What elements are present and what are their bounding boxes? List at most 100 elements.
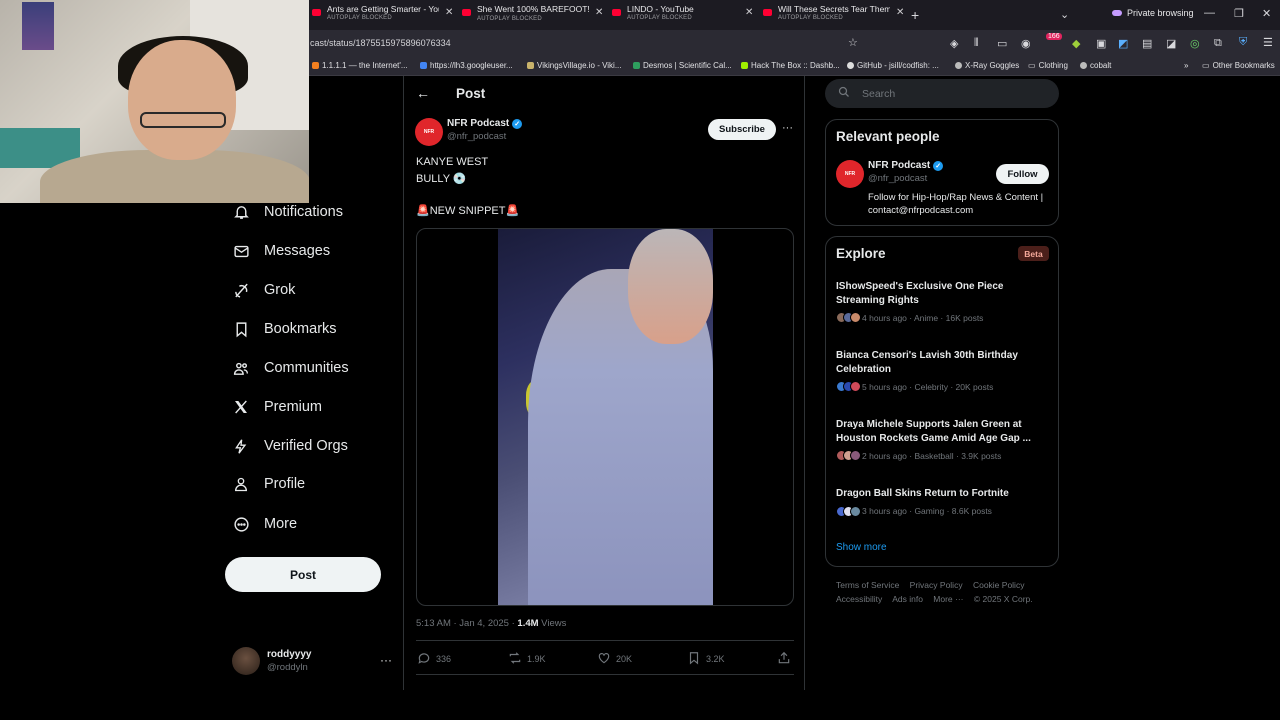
- trend-item[interactable]: IShowSpeed's Exclusive One Piece Streami…: [836, 280, 1048, 323]
- account-switcher[interactable]: roddyyyy @roddyln ···: [232, 645, 392, 677]
- trend-item[interactable]: Draya Michele Supports Jalen Green at Ho…: [836, 418, 1048, 461]
- close-tab-icon[interactable]: ✕: [595, 7, 603, 18]
- search-box[interactable]: [825, 79, 1059, 108]
- repost-button[interactable]: 1.9K: [508, 651, 546, 667]
- bookmark-item[interactable]: GitHub - jsill/codfish: ...: [847, 61, 939, 70]
- nav-verified-orgs[interactable]: Verified Orgs: [232, 434, 348, 458]
- bookmark-folder[interactable]: ▭ Clothing: [1028, 61, 1068, 70]
- people-icon: [232, 359, 250, 377]
- bookmarks-overflow-icon[interactable]: »: [1184, 61, 1188, 70]
- more-dots-icon[interactable]: ···: [380, 653, 392, 667]
- shield-icon[interactable]: ⛨: [1239, 36, 1247, 49]
- post-text-line: KANYE WEST: [416, 156, 489, 168]
- star-icon[interactable]: ☆: [848, 36, 858, 49]
- reply-icon: [417, 651, 431, 667]
- extension-icon[interactable]: ◪: [1166, 37, 1176, 50]
- bookmark-button[interactable]: 3.2K: [687, 651, 725, 667]
- nav-notifications[interactable]: Notifications: [232, 200, 343, 224]
- account-icon[interactable]: ◉: [1021, 37, 1031, 50]
- extensions-puzzle-icon[interactable]: ⧉: [1214, 37, 1222, 50]
- bookmark-label: Clothing: [1038, 61, 1068, 70]
- back-arrow-icon[interactable]: ←: [416, 85, 430, 101]
- nav-messages[interactable]: Messages: [232, 239, 330, 263]
- bookmark-item[interactable]: 1.1.1.1 — the Internet'...: [312, 61, 408, 70]
- extension-icon[interactable]: ▣: [1096, 37, 1106, 50]
- author-avatar[interactable]: NFR: [415, 118, 443, 146]
- nav-profile[interactable]: Profile: [232, 472, 305, 496]
- minimize-icon[interactable]: —: [1204, 7, 1215, 19]
- extension-icon[interactable]: ◎: [1190, 37, 1200, 50]
- bookmark-icon: [232, 320, 250, 338]
- extension-icon[interactable]: ◩: [1118, 37, 1128, 50]
- bookmark-item[interactable]: Hack The Box :: Dashb...: [741, 61, 840, 70]
- trend-avatars: [836, 312, 861, 323]
- nav-communities[interactable]: Communities: [232, 356, 349, 380]
- subscribe-button[interactable]: Subscribe: [708, 119, 776, 140]
- nav-more[interactable]: More: [232, 512, 297, 536]
- close-tab-icon[interactable]: ✕: [745, 7, 753, 18]
- pocket-icon[interactable]: ◈: [950, 37, 958, 50]
- close-tab-icon[interactable]: ✕: [896, 7, 904, 18]
- menu-icon[interactable]: ☰: [1263, 36, 1273, 49]
- bookmark-item[interactable]: Desmos | Scientific Cal...: [633, 61, 732, 70]
- tab-title: LINDO - YouTube: [627, 4, 694, 14]
- sidebar-icon[interactable]: ▭: [997, 37, 1007, 50]
- bookmark-label: VikingsVillage.io - Viki...: [537, 61, 622, 70]
- close-window-icon[interactable]: ✕: [1262, 7, 1271, 20]
- bookmark-folder[interactable]: ▭ Other Bookmarks: [1202, 61, 1275, 70]
- share-button[interactable]: [777, 651, 791, 667]
- relevant-person[interactable]: NFR NFR Podcast ✓ @nfr_podcast: [836, 160, 944, 188]
- restore-icon[interactable]: ❐: [1234, 7, 1244, 20]
- extension-icon[interactable]: ◆: [1072, 37, 1080, 50]
- bookmark-item[interactable]: cobalt: [1080, 61, 1111, 70]
- reply-button[interactable]: 336: [417, 651, 451, 667]
- bookmark-item[interactable]: https://lh3.googleuser...: [420, 61, 513, 70]
- post-timestamp: 5:13 AM · Jan 4, 2025 · 1.4M Views: [416, 618, 566, 629]
- post-author[interactable]: NFR NFR Podcast ✓ @nfr_podcast: [415, 118, 523, 146]
- nav-bookmarks[interactable]: Bookmarks: [232, 317, 337, 341]
- trend-title: Draya Michele Supports Jalen Green at Ho…: [836, 419, 1031, 444]
- close-tab-icon[interactable]: ✕: [445, 7, 453, 18]
- footer-link[interactable]: Terms of Service: [836, 580, 899, 590]
- footer-link[interactable]: Ads info: [892, 594, 923, 604]
- relevant-people-title: Relevant people: [836, 129, 940, 144]
- bookmark-item[interactable]: X-Ray Goggles: [955, 61, 1019, 70]
- follow-button[interactable]: Follow: [996, 164, 1049, 184]
- browser-tab[interactable]: She Went 100% BAREFOOT!😳 AUTOPLAY BLOCKED…: [462, 4, 603, 26]
- bell-icon: [232, 203, 250, 221]
- like-button[interactable]: 20K: [597, 651, 632, 667]
- library-icon[interactable]: ⫴: [974, 37, 979, 50]
- post-button[interactable]: Post: [225, 557, 381, 592]
- nav-premium[interactable]: Premium: [232, 395, 322, 419]
- address-field[interactable]: cast/status/1875515975896076334: [310, 38, 451, 48]
- footer-link[interactable]: Cookie Policy: [973, 580, 1025, 590]
- webcam-overlay: [0, 0, 309, 203]
- footer-link[interactable]: Privacy Policy: [910, 580, 963, 590]
- trend-item[interactable]: Bianca Censori's Lavish 30th Birthday Ce…: [836, 349, 1048, 392]
- browser-tab[interactable]: Ants are Getting Smarter - You TuAUTOPLA…: [312, 4, 453, 26]
- footer-link[interactable]: Accessibility: [836, 594, 882, 604]
- bookmark-item[interactable]: VikingsVillage.io - Viki...: [527, 61, 622, 70]
- tab-list-icon[interactable]: ⌄: [1060, 8, 1069, 21]
- relevant-person-avatar[interactable]: NFR: [836, 160, 864, 188]
- relevant-person-name[interactable]: NFR Podcast: [868, 160, 930, 171]
- new-tab-icon[interactable]: +: [911, 7, 919, 23]
- browser-tab[interactable]: LINDO - YouTube AUTOPLAY BLOCKED ✕: [612, 4, 753, 26]
- tab-status: AUTOPLAY BLOCKED: [627, 15, 692, 21]
- divider: [416, 640, 794, 641]
- show-more-link[interactable]: Show more: [836, 542, 887, 553]
- search-input[interactable]: [862, 87, 1032, 100]
- author-name[interactable]: NFR Podcast: [447, 118, 509, 129]
- extension-icon[interactable]: ▤: [1142, 37, 1152, 50]
- more-circle-icon: [232, 515, 250, 533]
- account-name: roddyyyy: [267, 649, 312, 660]
- footer-link[interactable]: More ···: [933, 594, 963, 604]
- tab-title: She Went 100% BAREFOOT!😳: [477, 4, 589, 14]
- trend-item[interactable]: Dragon Ball Skins Return to Fortnite 3 h…: [836, 487, 1048, 517]
- nav-grok[interactable]: Grok: [232, 278, 295, 302]
- x-logo-icon: [232, 398, 250, 416]
- more-dots-icon[interactable]: ···: [782, 122, 793, 134]
- browser-tab[interactable]: Will These Secrets Tear Them ApAUTOPLAY …: [763, 4, 904, 26]
- post-video[interactable]: [416, 228, 794, 606]
- youtube-icon: [612, 9, 621, 16]
